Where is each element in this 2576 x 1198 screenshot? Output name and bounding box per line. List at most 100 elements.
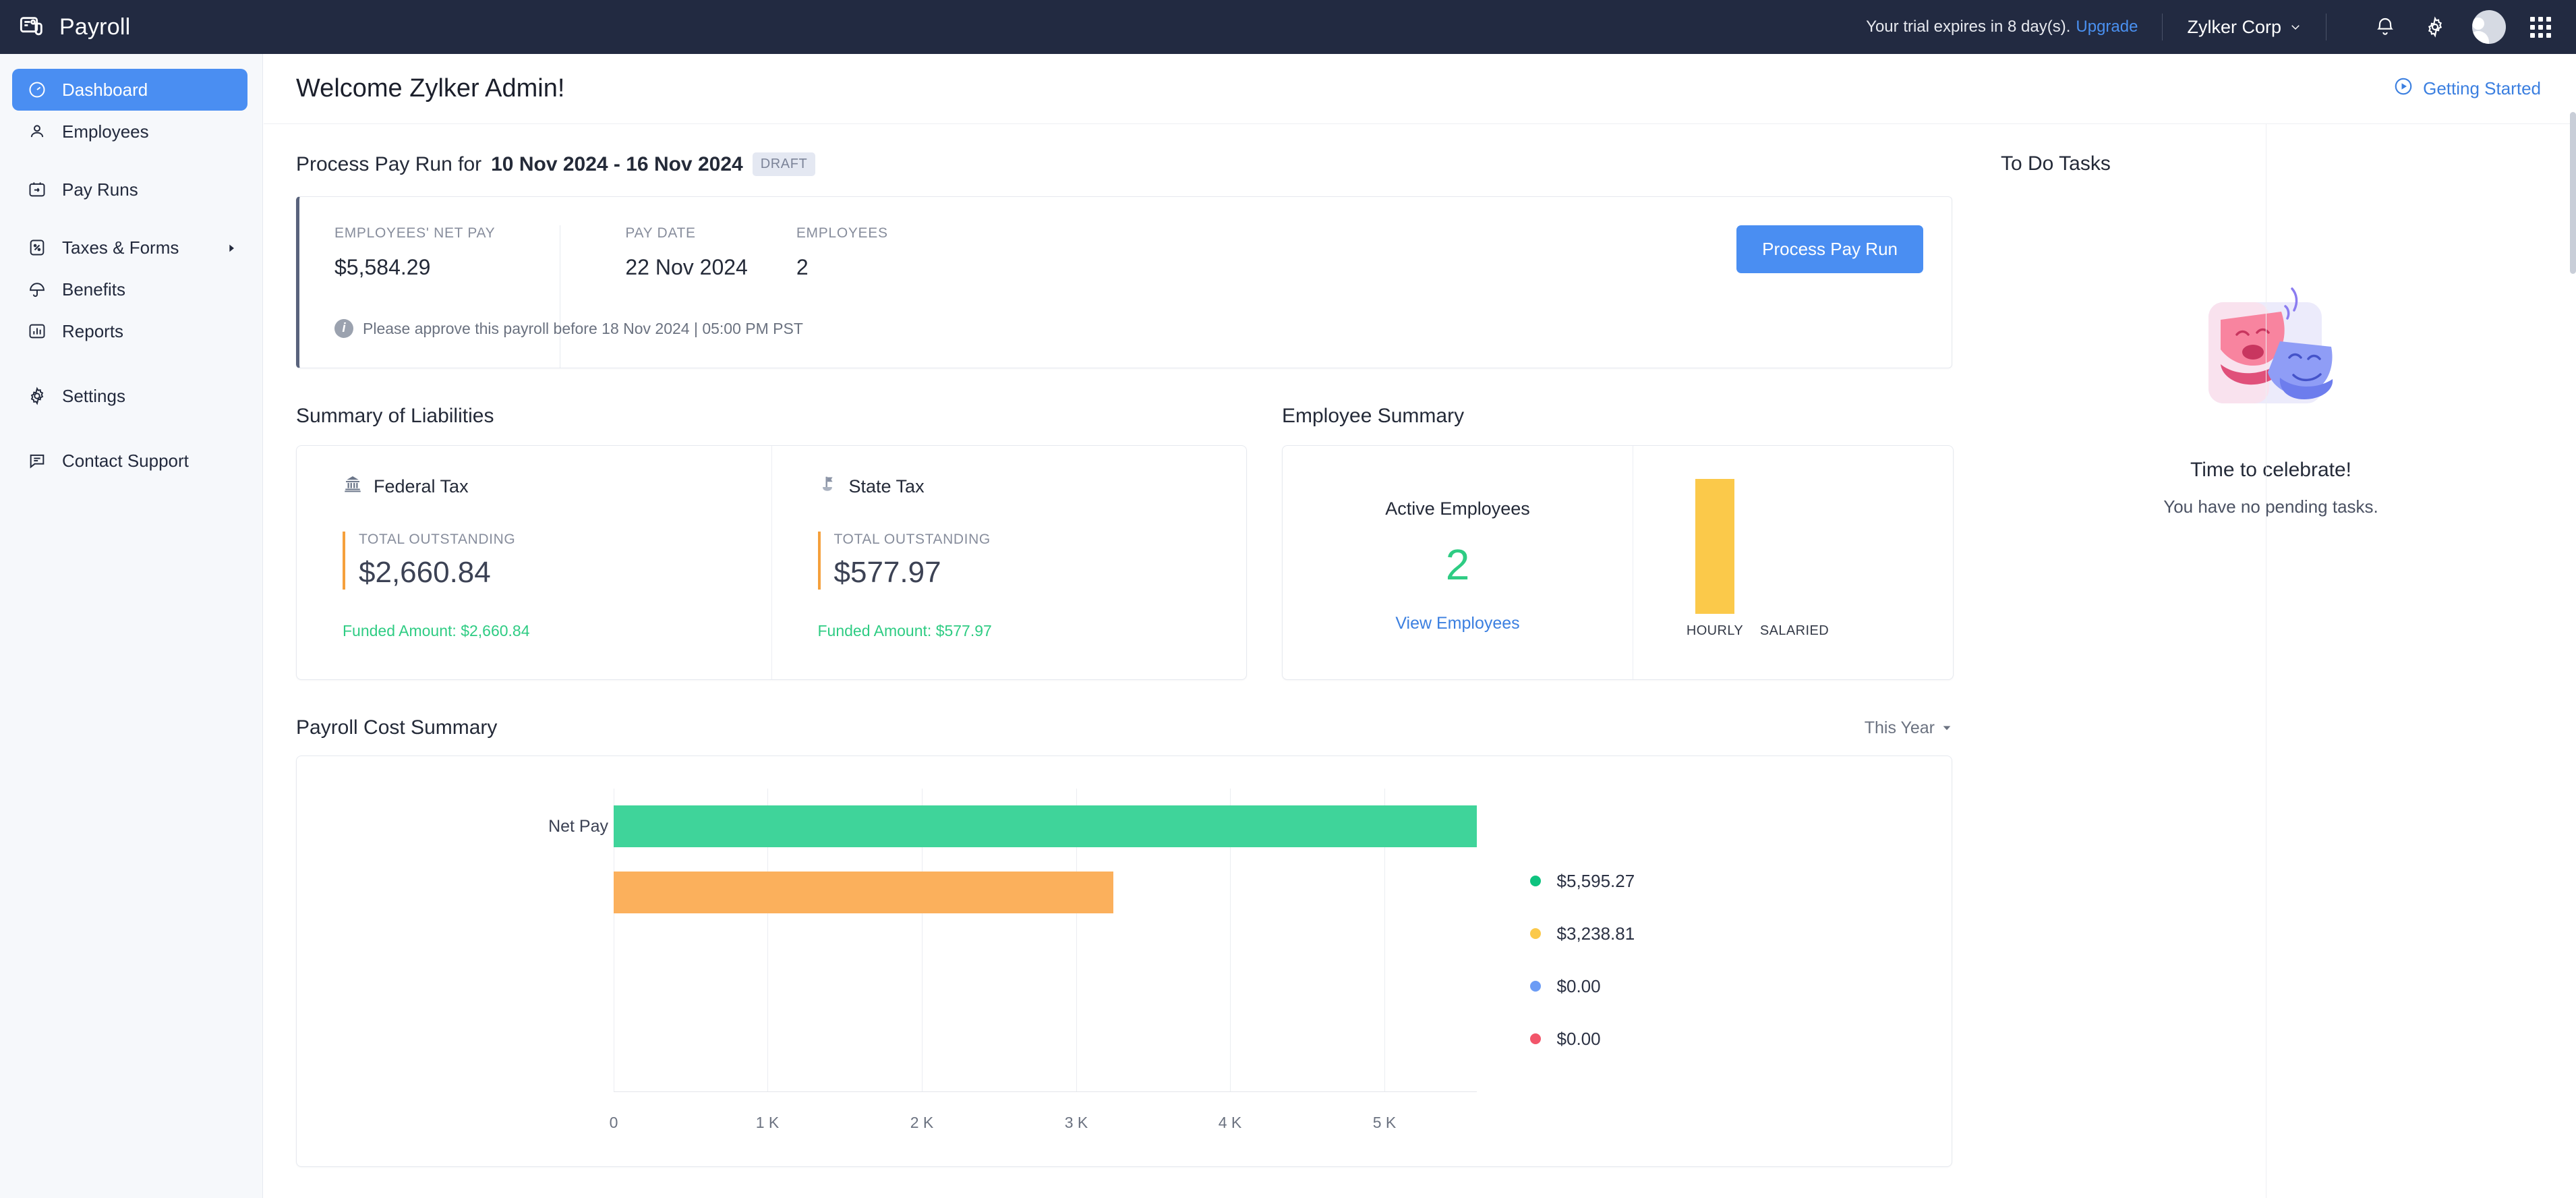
getting-started-label: Getting Started	[2423, 78, 2541, 99]
payroll-cost-title: Payroll Cost Summary	[296, 716, 497, 739]
liability-title-label: Federal Tax	[374, 476, 469, 497]
bar-chart-icon	[27, 321, 47, 341]
top-bar: Payroll Your trial expires in 8 day(s). …	[0, 0, 2576, 54]
welcome-bar: Welcome Zylker Admin! Getting Started	[264, 54, 2576, 124]
legend-item[interactable]: $3,238.81	[1530, 907, 1952, 960]
funded-amount: $2,660.84	[461, 622, 529, 639]
bell-icon[interactable]	[2370, 11, 2401, 42]
trial-status-text: Your trial expires in 8 day(s).	[1866, 18, 2070, 36]
federal-funded: Funded Amount: $2,660.84	[343, 622, 771, 640]
vertical-scrollbar[interactable]	[2570, 112, 2576, 274]
org-name-label: Zylker Corp	[2187, 17, 2281, 38]
bar-net-pay[interactable]	[614, 805, 1477, 847]
getting-started-link[interactable]: Getting Started	[2393, 76, 2541, 101]
x-tick: 1 K	[756, 1114, 780, 1132]
x-tick: 5 K	[1373, 1114, 1397, 1132]
avatar[interactable]	[2472, 10, 2506, 44]
funded-label: Funded Amount:	[818, 622, 932, 639]
left-column: Process Pay Run for 10 Nov 2024 - 16 Nov…	[264, 124, 1977, 1198]
funded-amount: $577.97	[936, 622, 992, 639]
legend-item[interactable]: $5,595.27	[1530, 855, 1952, 907]
stat-employees: EMPLOYEES 2	[796, 225, 937, 368]
celebrate-faces-illustration	[2180, 277, 2362, 432]
sidebar-item-label: Pay Runs	[62, 179, 138, 200]
period-filter-label: This Year	[1865, 718, 1935, 738]
payrun-heading: Process Pay Run for 10 Nov 2024 - 16 Nov…	[296, 152, 1977, 176]
payrun-card: EMPLOYEES' NET PAY $5,584.29 PAY DATE 22…	[296, 196, 1952, 368]
avatar-body	[2472, 31, 2489, 44]
app-name: Payroll	[59, 14, 130, 40]
spacer	[0, 152, 262, 169]
gear-icon[interactable]	[2420, 11, 2451, 42]
sidebar-item-benefits[interactable]: Benefits	[12, 268, 247, 310]
sidebar-item-label: Dashboard	[62, 80, 148, 101]
sidebar-item-label: Employees	[62, 121, 149, 142]
divider	[2162, 13, 2163, 40]
view-employees-link[interactable]: View Employees	[1395, 614, 1519, 633]
legend-dot	[1530, 981, 1541, 992]
legend-item[interactable]: $0.00	[1530, 1012, 1952, 1065]
todo-empty-subtitle: You have no pending tasks.	[2163, 496, 2378, 517]
play-circle-icon	[2393, 76, 2413, 101]
bar-taxes[interactable]	[614, 872, 1113, 913]
upgrade-link[interactable]: Upgrade	[2076, 18, 2138, 36]
chart-row-net-pay: Net Pay	[614, 789, 1477, 864]
employee-summary-card: Active Employees 2 View Employees HOURLY	[1282, 445, 1954, 680]
x-tick: 4 K	[1219, 1114, 1242, 1132]
status-badge: DRAFT	[753, 152, 816, 176]
stat-label: PAY DATE	[625, 225, 747, 241]
umbrella-icon	[27, 279, 47, 300]
x-axis-line	[614, 1091, 1477, 1092]
federal-tax-header: Federal Tax	[343, 474, 771, 499]
todo-empty-title: Time to celebrate!	[2190, 459, 2351, 482]
flag-icon	[818, 474, 838, 499]
stat-value: 22 Nov 2024	[625, 255, 747, 280]
state-tax-panel: State Tax TOTAL OUTSTANDING $577.97 Fund…	[771, 446, 1247, 679]
chevron-right-icon	[226, 237, 237, 258]
employee-bar-salaried: SALARIED	[1755, 614, 1834, 639]
process-pay-run-button[interactable]: Process Pay Run	[1736, 225, 1923, 273]
sidebar-item-contact-support[interactable]: Contact Support	[12, 440, 247, 482]
app-grid-icon[interactable]	[2525, 11, 2556, 42]
legend-dot	[1530, 1033, 1541, 1044]
summary-row: Summary of Liabilities	[296, 405, 1977, 680]
sidebar-item-employees[interactable]: Employees	[12, 111, 247, 152]
liabilities-title: Summary of Liabilities	[296, 405, 1247, 428]
metric-amount: $577.97	[834, 556, 1247, 590]
sidebar-item-taxes-forms[interactable]: Taxes & Forms	[12, 227, 247, 268]
x-tick: 3 K	[1065, 1114, 1088, 1132]
sidebar-item-label: Reports	[62, 321, 123, 342]
active-employees-count: 2	[1446, 540, 1470, 590]
legend-item[interactable]: $0.00	[1530, 960, 1952, 1012]
employee-type-chart: HOURLY SALARIED	[1633, 446, 1953, 679]
top-bar-actions: Your trial expires in 8 day(s). Upgrade …	[1866, 0, 2576, 54]
gear-icon	[27, 386, 47, 406]
sidebar-item-label: Settings	[62, 386, 125, 407]
sidebar-item-reports[interactable]: Reports	[12, 310, 247, 352]
speedometer-icon	[27, 80, 47, 100]
metric-label: TOTAL OUTSTANDING	[834, 532, 1247, 548]
sidebar-item-label: Benefits	[62, 279, 125, 300]
chevron-down-icon	[1941, 722, 1952, 733]
org-switcher[interactable]: Zylker Corp	[2187, 17, 2302, 38]
period-filter-dropdown[interactable]: This Year	[1865, 718, 1952, 738]
sidebar-item-pay-runs[interactable]: Pay Runs	[12, 169, 247, 210]
stat-net-pay: EMPLOYEES' NET PAY $5,584.29	[334, 225, 560, 368]
active-employees-label: Active Employees	[1385, 498, 1530, 519]
payroll-cost-header: Payroll Cost Summary This Year	[296, 716, 1952, 739]
sidebar-item-settings[interactable]: Settings	[12, 375, 247, 417]
bar-label: SALARIED	[1760, 623, 1829, 639]
stat-value: $5,584.29	[334, 255, 495, 280]
federal-tax-metric: TOTAL OUTSTANDING $2,660.84	[343, 532, 771, 590]
calendar-arrow-icon	[27, 179, 47, 200]
brand[interactable]: Payroll	[0, 0, 263, 54]
state-tax-metric: TOTAL OUTSTANDING $577.97	[818, 532, 1247, 590]
liabilities-card: Federal Tax TOTAL OUTSTANDING $2,660.84 …	[296, 445, 1247, 680]
sidebar-item-dashboard[interactable]: Dashboard	[12, 69, 247, 111]
main-content: Welcome Zylker Admin! Getting Started Pr…	[264, 54, 2576, 1198]
bar-hourly	[1695, 479, 1734, 614]
payrun-title-prefix: Process Pay Run for	[296, 153, 481, 176]
x-tick: 2 K	[910, 1114, 934, 1132]
chat-icon	[27, 451, 47, 471]
chevron-down-icon	[2289, 21, 2302, 33]
